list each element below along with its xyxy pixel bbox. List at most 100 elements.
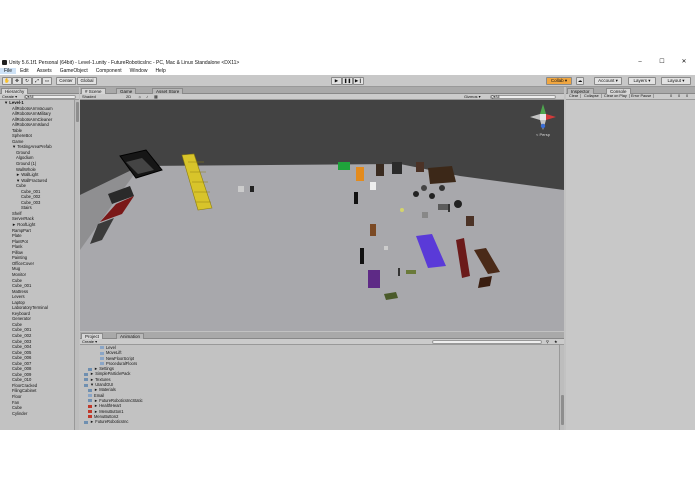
asset-icon bbox=[100, 362, 104, 366]
persp-label[interactable]: < Persp bbox=[528, 132, 558, 137]
hand-tool-icon[interactable]: ✋ bbox=[2, 77, 12, 85]
asset-icon bbox=[88, 367, 92, 371]
close-icon[interactable]: ✕ bbox=[673, 58, 695, 67]
console-clear-button[interactable]: Clear bbox=[567, 94, 582, 98]
hierarchy-search-input[interactable]: Q▾All bbox=[24, 95, 76, 99]
lab-terminal bbox=[370, 182, 376, 190]
layers-dropdown[interactable]: Layers ▾ bbox=[628, 77, 656, 85]
layout-dropdown[interactable]: Layout ▾ bbox=[661, 77, 691, 85]
asset-icon bbox=[100, 357, 104, 361]
menu-bar: File Edit Assets GameObject Component Wi… bbox=[0, 67, 695, 75]
project-item-label: ► SimpleParticlePack bbox=[90, 371, 131, 377]
project-item-label: ► MenuButton1 bbox=[94, 408, 124, 414]
asset-icon bbox=[100, 351, 104, 355]
ground-plane bbox=[80, 164, 564, 331]
green-box bbox=[338, 162, 350, 170]
hierarchy-tree: ▼ Level-1 AllRobotsArmVacuum AllRobotsArmM… bbox=[0, 100, 73, 430]
monitor bbox=[438, 204, 448, 210]
fan bbox=[413, 191, 419, 197]
project-item-label: ► Textures bbox=[90, 376, 111, 382]
lever bbox=[354, 192, 358, 204]
asset-icon bbox=[84, 378, 88, 382]
step-button[interactable]: ▶❙ bbox=[353, 77, 364, 85]
effects-toggle-icon[interactable]: ▦ bbox=[154, 94, 158, 99]
project-item-label: ► Materials bbox=[94, 387, 116, 393]
small-cube bbox=[238, 186, 244, 192]
shading-mode-dropdown[interactable]: Shaded bbox=[82, 94, 96, 99]
menu-window[interactable]: Window bbox=[126, 68, 152, 74]
project-item-label: MoveLift bbox=[106, 350, 122, 356]
collab-button[interactable]: Collab ▾ bbox=[546, 77, 572, 85]
warning-count-icon[interactable]: 0 bbox=[678, 94, 680, 98]
maximize-icon[interactable]: ☐ bbox=[651, 58, 673, 67]
main-toolbar: ✋ ✥ ↻ ⤢ ▭ Center Global ▶ ❚❚ ▶❙ Collab ▾… bbox=[0, 75, 695, 87]
asset-icon bbox=[88, 388, 92, 392]
window-title: Unity 5.6.1f1 Personal (64bit) - Level-1… bbox=[9, 59, 240, 66]
console-log-area bbox=[566, 100, 695, 430]
project-tree: Level MoveLift NewFloorScript ProceduralFlo… bbox=[84, 345, 556, 430]
asset-icon bbox=[88, 399, 92, 403]
hierarchy-scrollbar[interactable] bbox=[74, 100, 79, 430]
project-filter-icon[interactable]: ⚲ bbox=[546, 339, 549, 344]
menu-assets[interactable]: Assets bbox=[33, 68, 56, 74]
hierarchy-item[interactable]: Cylinder bbox=[3, 411, 73, 417]
menu-help[interactable]: Help bbox=[151, 68, 169, 74]
log-count-icon[interactable]: 0 bbox=[670, 94, 672, 98]
minimize-icon[interactable]: – bbox=[629, 58, 651, 67]
play-button[interactable]: ▶ bbox=[331, 77, 342, 85]
rotate-tool-icon[interactable]: ↻ bbox=[22, 77, 32, 85]
shelf-box bbox=[416, 162, 424, 172]
scene-gizmo[interactable]: < Persp bbox=[528, 102, 558, 137]
2d-toggle[interactable]: 2D bbox=[126, 94, 131, 99]
small-post bbox=[250, 186, 254, 192]
project-item[interactable]: ► FutureRoboticsInc bbox=[84, 419, 556, 424]
unity-logo-icon bbox=[2, 60, 7, 65]
scale-tool-icon[interactable]: ⤢ bbox=[32, 77, 42, 85]
unity-editor-window: Unity 5.6.1f1 Personal (64bit) - Level-1… bbox=[0, 58, 695, 430]
menu-gameobject[interactable]: GameObject bbox=[56, 68, 92, 74]
console-error-pause-button[interactable]: Error Pause bbox=[629, 94, 655, 98]
project-lock-icon[interactable]: ★ bbox=[554, 339, 558, 344]
project-item-label: ▼ UIandGUI bbox=[90, 382, 114, 388]
move-tool-icon[interactable]: ✥ bbox=[12, 77, 22, 85]
console-collapse-button[interactable]: Collapse bbox=[582, 94, 602, 98]
scene-panel: # Scene Game Asset Store Shaded 2D ☼ ♪ ▦… bbox=[80, 87, 564, 331]
asset-icon bbox=[88, 415, 92, 419]
asset-icon bbox=[84, 383, 88, 387]
menu-file[interactable]: File bbox=[0, 68, 17, 74]
project-item-label: Level bbox=[106, 345, 116, 350]
pivot-center-button[interactable]: Center bbox=[56, 77, 76, 85]
project-item-label: ProceduralFloors bbox=[106, 360, 138, 366]
scene-viewport[interactable]: < Persp bbox=[80, 100, 564, 331]
cloud-icon[interactable]: ☁ bbox=[576, 77, 584, 85]
project-item-label: ► FutureRoboticsInc bbox=[90, 419, 129, 425]
project-create-button[interactable]: Create ▾ bbox=[82, 339, 97, 344]
pivot-global-button[interactable]: Global bbox=[77, 77, 97, 85]
project-item-label: Email bbox=[94, 392, 105, 398]
console-clear-on-play-button[interactable]: Clear on Play bbox=[602, 94, 630, 98]
hierarchy-panel: Hierarchy Create ▾ Q▾All ▼ Level-1 AllRob… bbox=[0, 87, 79, 430]
audio-toggle-icon[interactable]: ♪ bbox=[146, 94, 148, 99]
menu-component[interactable]: Component bbox=[92, 68, 126, 74]
menu-edit[interactable]: Edit bbox=[16, 68, 33, 74]
gizmos-dropdown[interactable]: Gizmos ▾ bbox=[464, 94, 481, 99]
project-search-input[interactable] bbox=[432, 340, 542, 344]
cylinder bbox=[360, 248, 364, 264]
purple-cabinet bbox=[368, 270, 380, 288]
project-scrollbar[interactable] bbox=[559, 345, 564, 430]
lighting-toggle-icon[interactable]: ☼ bbox=[138, 94, 142, 99]
orange-cabinet bbox=[356, 167, 364, 181]
hierarchy-create-button[interactable]: Create ▾ bbox=[2, 94, 17, 99]
asset-icon bbox=[100, 346, 104, 350]
project-item-label: ► Settings bbox=[94, 366, 114, 372]
scene-search-input[interactable]: Q▾All bbox=[490, 95, 556, 99]
asset-icon bbox=[84, 372, 88, 376]
scene-render bbox=[80, 149, 564, 331]
project-item-label: NewFloorScript bbox=[106, 355, 134, 361]
asset-icon bbox=[88, 404, 92, 408]
pause-button[interactable]: ❚❚ bbox=[342, 77, 353, 85]
rect-tool-icon[interactable]: ▭ bbox=[42, 77, 52, 85]
account-dropdown[interactable]: Account ▾ bbox=[594, 77, 622, 85]
project-item-label: ► HealthHeart bbox=[94, 403, 122, 409]
error-count-icon[interactable]: 0 bbox=[686, 94, 688, 98]
